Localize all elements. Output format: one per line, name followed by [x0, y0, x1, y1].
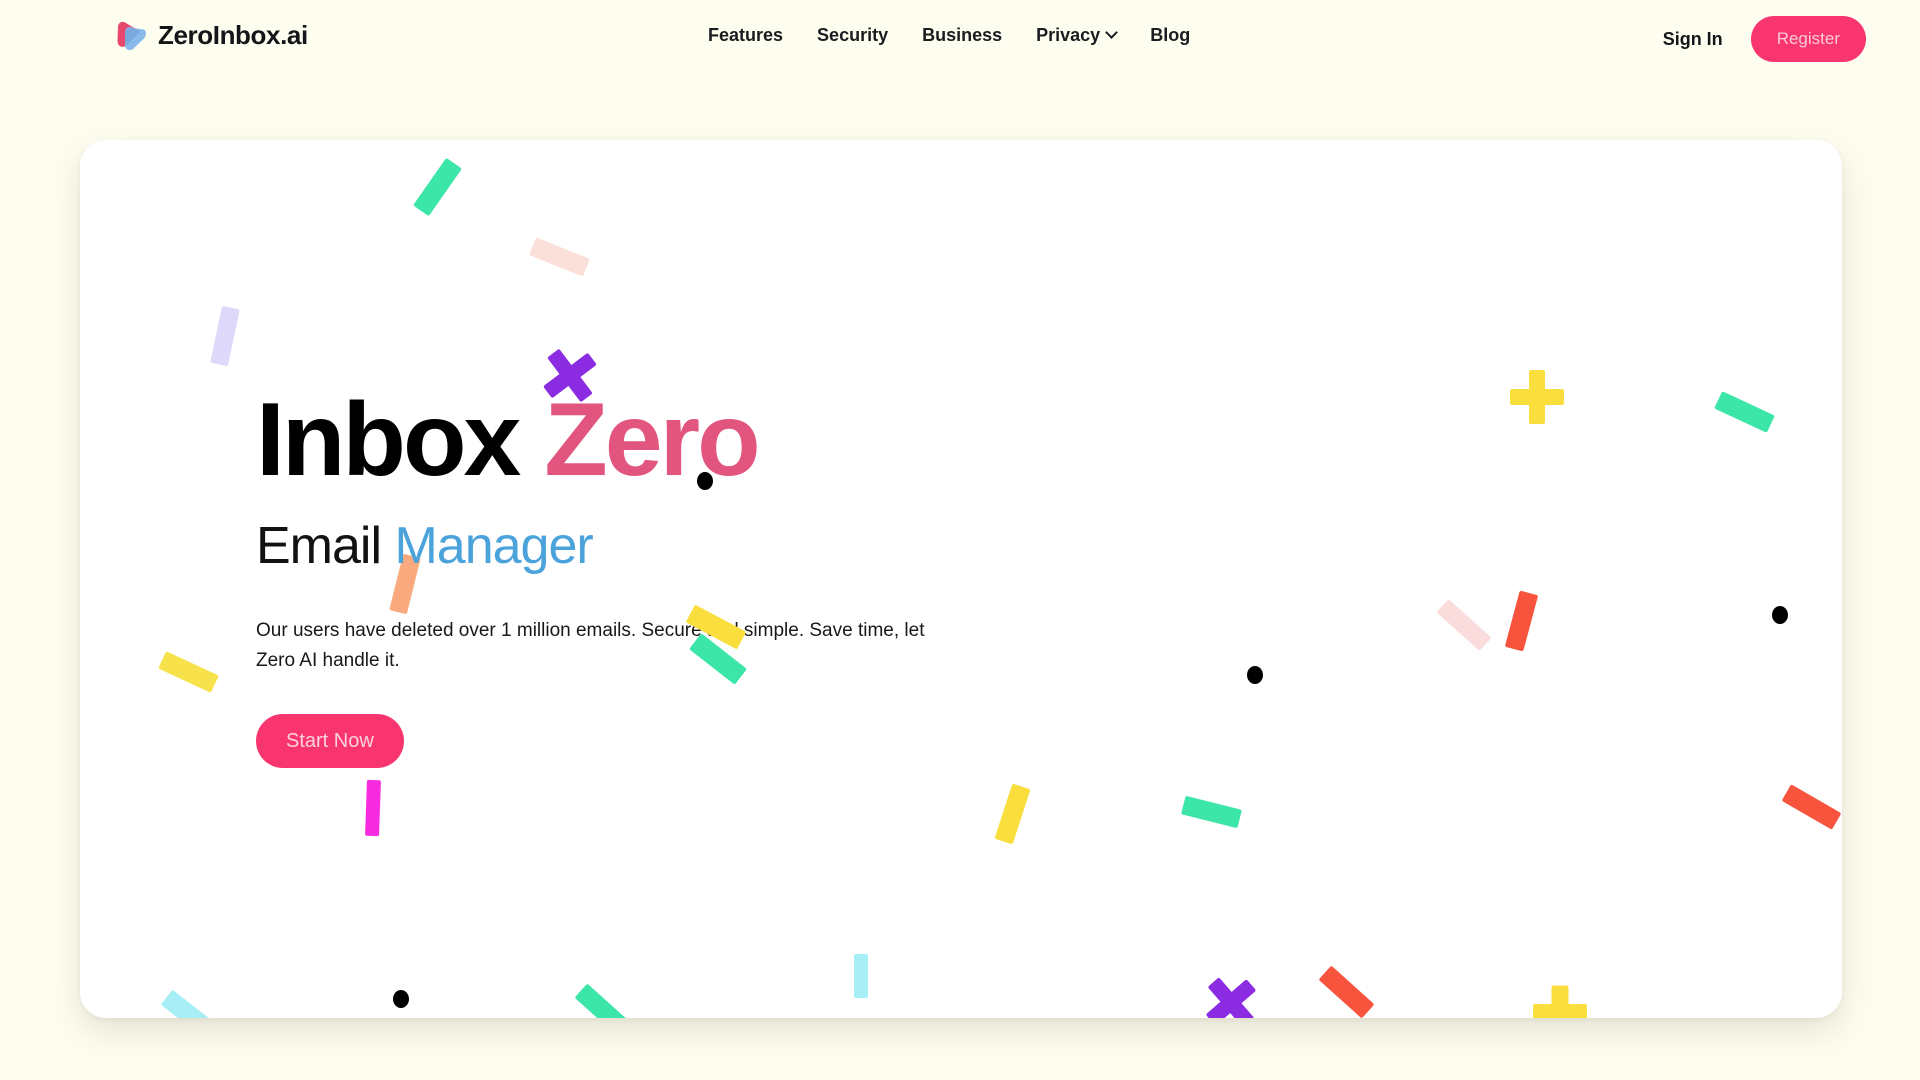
plus-yellow-2-shape — [1533, 985, 1587, 1018]
nav-item-features-label: Features — [708, 25, 784, 45]
plus-yellow-1-shape — [1510, 370, 1564, 424]
brand-logo-link[interactable]: ZeroInbox.ai — [114, 18, 308, 52]
bar-magenta-1-shape — [365, 779, 381, 837]
nav-item-blog[interactable]: Blog — [1150, 26, 1190, 44]
nav-item-features[interactable]: Features — [708, 26, 783, 44]
zeroinbox-logo-icon — [114, 18, 148, 52]
bar-mint-1-shape — [413, 157, 462, 217]
bar-yellow-3-shape — [994, 783, 1031, 845]
dot-black-2-shape — [1247, 666, 1263, 684]
nav-item-security-label: Security — [817, 25, 889, 45]
nav-item-blog-label: Blog — [1150, 25, 1191, 45]
brand-name: ZeroInbox.ai — [158, 19, 308, 50]
cross-purple-2-shape — [1202, 973, 1260, 1018]
nav-item-business-label: Business — [922, 25, 1003, 45]
sign-in-link[interactable]: Sign In — [1663, 29, 1723, 50]
bar-mint-3-shape — [1181, 795, 1242, 829]
bar-cyan-1-shape — [160, 989, 219, 1018]
header-actions: Sign In Register — [1663, 16, 1866, 62]
bar-pink-pale-1-shape — [529, 237, 590, 277]
nav-item-security[interactable]: Security — [817, 26, 888, 44]
hero-title-accent: Zero — [544, 382, 760, 498]
hero-subtitle-primary: Email — [256, 517, 382, 576]
hero-title: Inbox Zero — [256, 387, 976, 493]
hero-title-primary: Inbox — [256, 382, 521, 498]
hero-card: Inbox Zero Email Manager Our users have … — [80, 140, 1842, 1018]
start-now-button[interactable]: Start Now — [256, 714, 404, 769]
dot-black-4-shape — [393, 990, 409, 1008]
nav-item-privacy[interactable]: Privacy — [1036, 25, 1119, 45]
bar-red-3-shape — [1318, 965, 1375, 1018]
primary-navigation: Features Security Business Privacy Blog — [708, 25, 1190, 45]
nav-item-privacy-label: Privacy — [1036, 25, 1101, 45]
site-header: ZeroInbox.ai Features Security Business … — [0, 0, 1920, 78]
bar-cyan-2-shape — [854, 954, 868, 998]
chevron-down-icon — [1105, 25, 1119, 39]
hero-subtitle-accent: Manager — [394, 517, 593, 576]
dot-black-3-shape — [1772, 606, 1788, 624]
bar-mint-5-shape — [574, 983, 631, 1018]
bar-red-1-shape — [1504, 590, 1539, 652]
bar-lavender-1-shape — [210, 305, 240, 367]
bar-pink-pale-2-shape — [1436, 598, 1492, 652]
hero-subtitle: Email Manager — [256, 519, 976, 574]
nav-item-business[interactable]: Business — [922, 26, 1002, 44]
bar-red-2-shape — [1781, 784, 1842, 830]
hero-content: Inbox Zero Email Manager Our users have … — [256, 387, 976, 769]
bar-yellow-1-shape — [158, 651, 219, 693]
bar-mint-4-shape — [1714, 391, 1775, 433]
register-button[interactable]: Register — [1750, 16, 1866, 62]
hero-description: Our users have deleted over 1 million em… — [256, 619, 925, 672]
